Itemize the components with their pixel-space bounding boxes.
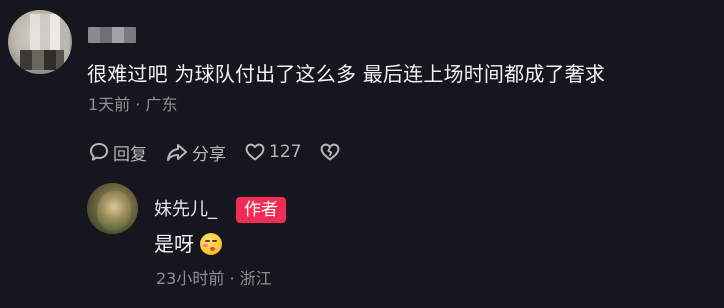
comment-location: 广东 (145, 95, 178, 114)
meta-separator: · (135, 95, 141, 114)
heart-icon (244, 141, 266, 163)
reply-text: 是呀 (154, 232, 194, 256)
reply-location: 浙江 (239, 269, 272, 288)
reply-button-label: 回复 (113, 144, 147, 165)
dislike-button[interactable] (319, 141, 341, 163)
author-badge: 作者 (236, 197, 286, 223)
like-button[interactable]: 127 (244, 141, 301, 163)
reply-time: 23小时前 (156, 269, 225, 288)
reply-avatar[interactable] (87, 183, 138, 234)
avatar-pixelation-lower (20, 50, 64, 70)
reply-username[interactable]: 妹先儿_ (154, 198, 217, 222)
comment-meta: 1天前 · 广东 (88, 94, 177, 116)
broken-heart-icon (319, 141, 341, 163)
username-pixelated[interactable] (88, 27, 136, 43)
comment-time: 1天前 (88, 95, 131, 114)
avatar[interactable] (8, 10, 72, 74)
reply-item: 妹先儿_ 作者 是呀 23小时前 · 浙江 (0, 180, 724, 308)
share-button[interactable]: 分享 (165, 140, 226, 165)
reply-meta: 23小时前 · 浙江 (156, 268, 272, 290)
like-count: 127 (269, 142, 302, 162)
meta-separator: · (229, 269, 235, 288)
comment-actions: 回复 分享 127 (88, 138, 359, 166)
comment-text: 很难过吧 为球队付出了这么多 最后连上场时间都成了奢求 (87, 62, 606, 86)
share-arrow-icon (165, 141, 189, 163)
shy-smile-emoji-icon (200, 233, 222, 255)
reply-text-row: 是呀 (154, 231, 222, 257)
reply-avatar-image (97, 191, 131, 231)
reply-button[interactable]: 回复 (88, 140, 147, 165)
chat-bubble-icon (88, 141, 110, 163)
share-button-label: 分享 (192, 144, 226, 165)
